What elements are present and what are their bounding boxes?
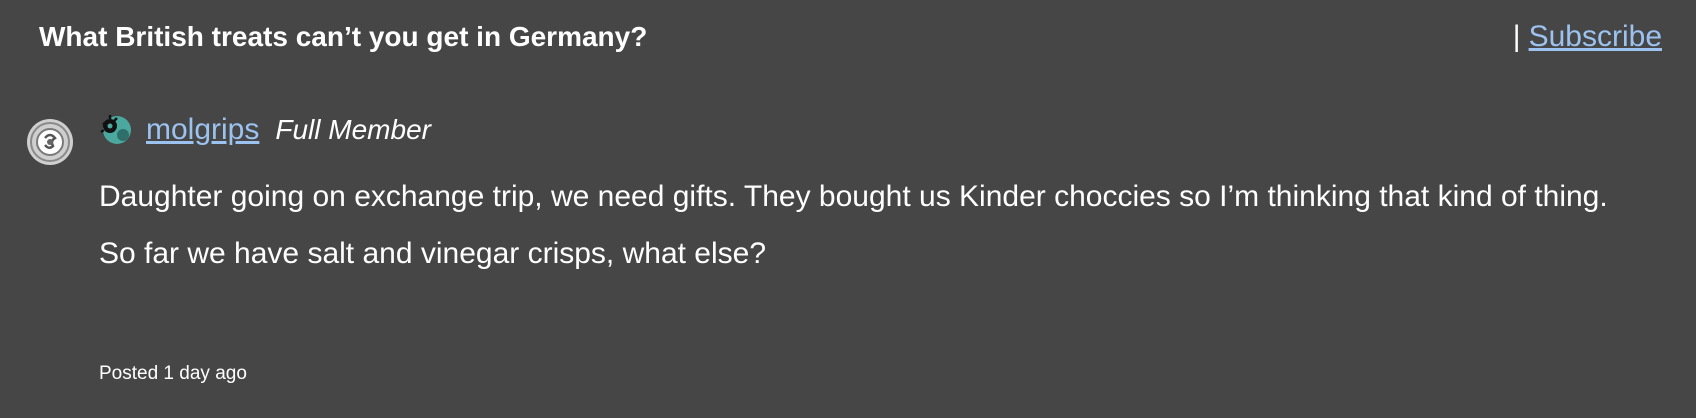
subscribe-area: | Subscribe (1513, 19, 1662, 55)
member-rank: Full Member (275, 114, 431, 145)
topic-header: What British treats can’t you get in Ger… (0, 0, 1696, 74)
post-body: Daughter going on exchange trip, we need… (99, 174, 1659, 288)
subscribe-link[interactable]: Subscribe (1529, 20, 1662, 53)
member-badge-icon (100, 115, 131, 144)
post-timestamp: Posted 1 day ago (99, 363, 247, 384)
topic-title: What British treats can’t you get in Ger… (39, 21, 648, 52)
user-avatar-icon[interactable] (26, 118, 74, 166)
forum-post: molgrips Full Member Daughter going on e… (0, 110, 1696, 410)
author-link[interactable]: molgrips (146, 112, 259, 148)
author-row: molgrips Full Member (100, 110, 431, 150)
post-paragraph: So far we have salt and vinegar crisps, … (99, 237, 767, 270)
separator: | (1512, 20, 1521, 53)
post-paragraph: Daughter going on exchange trip, we need… (99, 180, 1608, 213)
